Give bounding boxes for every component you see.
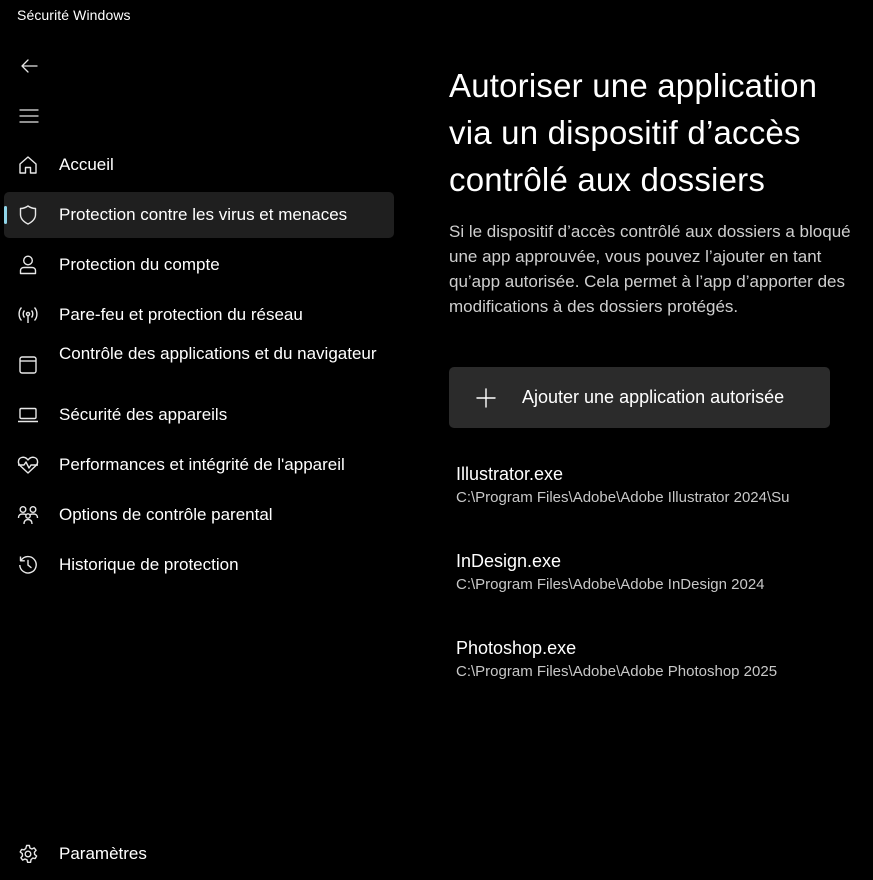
app-path: C:\Program Files\Adobe\Adobe InDesign 20… — [456, 576, 765, 593]
laptop-icon — [17, 405, 39, 425]
sidebar-item-settings[interactable]: Paramètres — [4, 831, 394, 877]
allowed-apps-list: Illustrator.exe C:\Program Files\Adobe\A… — [456, 462, 866, 723]
sidebar-item-label: Protection du compte — [59, 255, 220, 274]
app-path: C:\Program Files\Adobe\Adobe Illustrator… — [456, 489, 790, 506]
gear-icon — [17, 844, 39, 864]
app-name: InDesign.exe — [456, 551, 562, 571]
hamburger-menu-button[interactable] — [11, 98, 47, 134]
sidebar-item-label: Contrôle des applications et du navigate… — [59, 344, 377, 363]
sidebar-item-device-security[interactable]: Sécurité des appareils — [4, 392, 394, 438]
page-description: Si le dispositif d’accès contrôlé aux do… — [449, 222, 851, 316]
settings-label: Paramètres — [59, 844, 147, 863]
wifi-antenna-icon — [17, 305, 39, 325]
sidebar-item-label: Sécurité des appareils — [59, 405, 228, 424]
app-window-icon — [17, 355, 39, 375]
list-item[interactable]: InDesign.exe C:\Program Files\Adobe\Adob… — [456, 549, 866, 636]
back-button[interactable] — [11, 48, 47, 84]
app-name: Photoshop.exe — [456, 638, 577, 658]
sidebar-item-label: Protection contre les virus et menaces — [59, 205, 348, 224]
person-icon — [17, 255, 39, 275]
history-icon — [17, 555, 39, 575]
sidebar-item-family-options[interactable]: Options de contrôle parental — [4, 492, 394, 538]
page-title: Autoriser une application via un disposi… — [449, 67, 818, 198]
sidebar-item-label: Performances et intégrité de l'appareil — [59, 455, 345, 474]
app-path: C:\Program Files\Adobe\Adobe Photoshop 2… — [456, 663, 778, 680]
add-allowed-app-button[interactable]: Ajouter une application autorisée — [449, 367, 830, 428]
home-icon — [17, 155, 39, 175]
sidebar-item-label: Options de contrôle parental — [59, 505, 273, 524]
sidebar-item-accueil[interactable]: Accueil — [4, 142, 394, 188]
add-button-label: Ajouter une application autorisée — [522, 387, 785, 407]
sidebar-item-label: Pare-feu et protection du réseau — [59, 305, 303, 324]
window-title: Sécurité Windows — [17, 7, 131, 23]
sidebar-item-label: Accueil — [59, 155, 114, 174]
list-item[interactable]: Illustrator.exe C:\Program Files\Adobe\A… — [456, 462, 866, 549]
family-icon — [17, 505, 39, 525]
sidebar-item-virus-protection[interactable]: Protection contre les virus et menaces — [4, 192, 394, 238]
heart-pulse-icon — [17, 455, 39, 475]
security-window: Sécurité Windows Accueil Protection cont… — [0, 0, 873, 880]
hamburger-icon — [19, 109, 39, 123]
sidebar-item-protection-history[interactable]: Historique de protection — [4, 542, 394, 588]
shield-icon — [17, 205, 39, 225]
sidebar-item-app-browser-control[interactable]: Contrôle des applications et du navigate… — [4, 342, 394, 388]
sidebar-item-account-protection[interactable]: Protection du compte — [4, 242, 394, 288]
arrow-left-icon — [21, 59, 38, 73]
sidebar-item-label: Historique de protection — [59, 555, 239, 574]
sidebar-item-firewall[interactable]: Pare-feu et protection du réseau — [4, 292, 394, 338]
app-name: Illustrator.exe — [456, 464, 564, 484]
plus-icon — [475, 387, 497, 409]
sidebar-nav: Accueil Protection contre les virus et m… — [4, 142, 394, 592]
list-item[interactable]: Photoshop.exe C:\Program Files\Adobe\Ado… — [456, 636, 866, 723]
main-content: Autoriser une application via un disposi… — [449, 62, 859, 319]
sidebar-item-device-performance[interactable]: Performances et intégrité de l'appareil — [4, 442, 394, 488]
